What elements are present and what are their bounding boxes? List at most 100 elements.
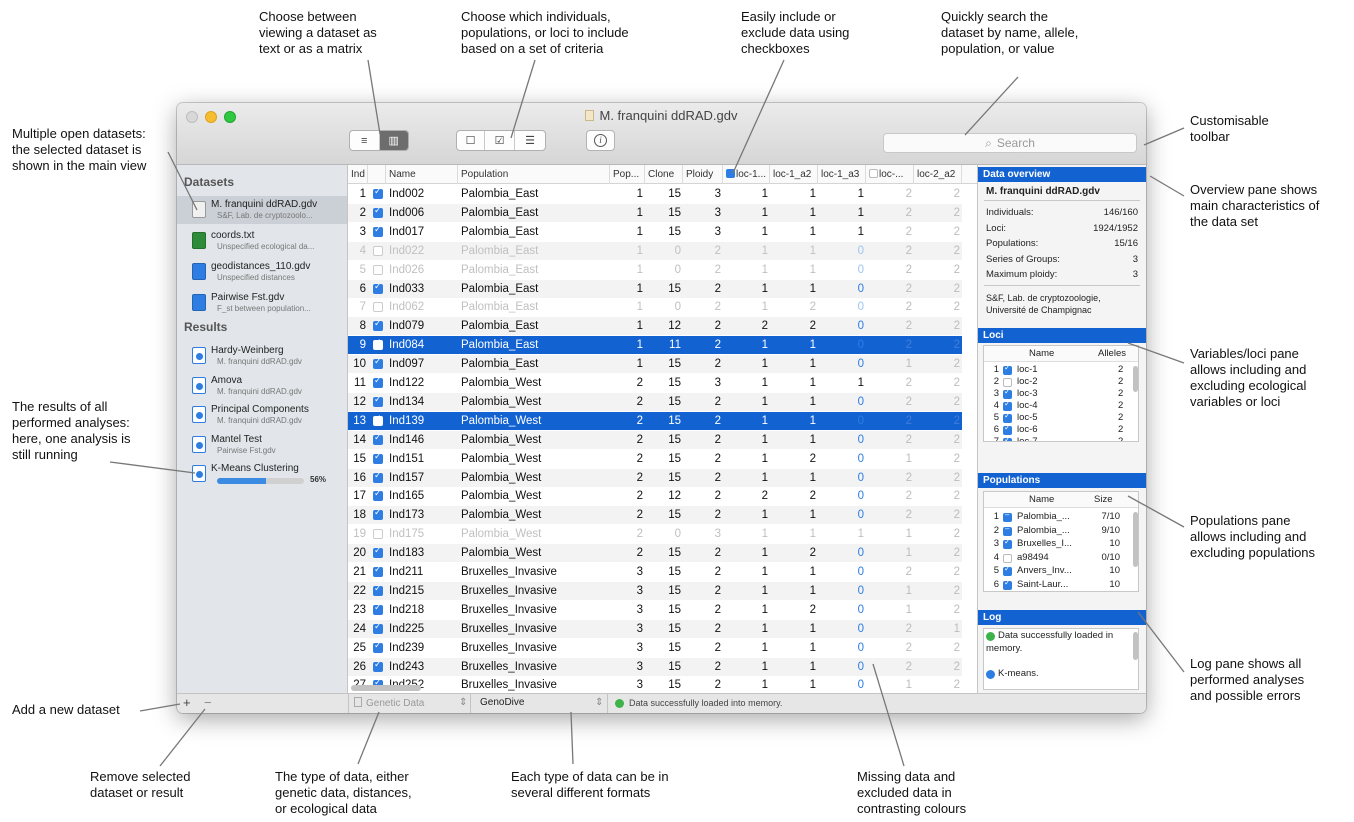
table-row[interactable]: 13 Ind139 Palombia_West 2 15 2 1 1 0 2 2 — [348, 411, 962, 430]
include-checkbox[interactable] — [373, 245, 383, 256]
table-row[interactable]: 4 Ind022 Palombia_East 1 0 2 1 1 0 2 2 — [348, 241, 962, 260]
table-row[interactable]: 25 Ind239 Bruxelles_Invasive 3 15 2 1 1 0 2 2 — [348, 639, 962, 657]
include-checkbox[interactable] — [373, 356, 383, 370]
table-row[interactable]: 15 Ind151 Palombia_West 2 15 2 1 2 0 1 2 — [348, 450, 962, 468]
format-select[interactable]: GenoDive — [480, 697, 524, 708]
include-checkbox[interactable] — [373, 205, 383, 218]
criteria-toolbar[interactable]: ☐ ☑ ☰ — [456, 130, 546, 151]
include-checkbox[interactable] — [373, 583, 383, 596]
table-row[interactable]: 17Ind165Palombia_West212222022 — [348, 487, 962, 505]
locus-checkbox[interactable] — [1003, 423, 1012, 435]
table-row[interactable]: 1 Ind002 Palombia_East 1 15 3 1 1 1 2 2 — [348, 185, 962, 203]
column-header[interactable]: loc-... — [866, 165, 914, 184]
locus-checkbox[interactable] — [1003, 399, 1012, 411]
include-checkbox[interactable] — [373, 470, 383, 483]
table-row[interactable]: 9Ind084Palombia_East111211022 — [348, 336, 962, 355]
sidebar-result-item[interactable]: K-Means Clustering 56% — [177, 460, 347, 488]
column-header[interactable]: Name — [386, 165, 458, 184]
table-row[interactable]: 23 Ind218 Bruxelles_Invasive 3 15 2 1 2 0 1 2 — [348, 601, 962, 619]
log-scrollbar[interactable] — [1133, 632, 1138, 660]
loci-scrollbar[interactable] — [1133, 366, 1138, 392]
criteria-button[interactable]: ☰ — [515, 131, 545, 150]
population-checkbox[interactable] — [1003, 524, 1012, 536]
include-checkbox[interactable] — [373, 318, 383, 332]
column-header[interactable]: Clone — [645, 165, 683, 184]
horizontal-scrollbar[interactable] — [351, 685, 421, 691]
select-none-button[interactable]: ☐ — [457, 131, 485, 150]
include-checkbox[interactable] — [373, 375, 383, 388]
table-row[interactable]: 22 Ind215 Bruxelles_Invasive 3 15 2 1 1 0 1 2 — [348, 581, 962, 600]
population-checkbox[interactable] — [1003, 578, 1012, 590]
data-type-select[interactable]: Genetic Data — [354, 697, 424, 709]
select-all-button[interactable]: ☑ — [485, 131, 515, 150]
sidebar-dataset-item[interactable]: M. franquini ddRAD.gdv S&F, Lab. de crypt… — [177, 196, 347, 224]
include-checkbox[interactable] — [373, 264, 383, 275]
include-checkbox[interactable] — [373, 337, 383, 351]
table-row[interactable]: 6 Ind033 Palombia_East 1 15 2 1 1 0 2 2 — [348, 279, 962, 298]
table-row[interactable]: 20Ind183Palombia_West215212012 — [348, 544, 962, 563]
include-checkbox[interactable] — [373, 432, 383, 445]
table-row[interactable]: 14 Ind146 Palombia_West 2 15 2 1 1 0 2 2 — [348, 430, 962, 449]
include-checkbox[interactable] — [373, 394, 383, 407]
include-checkbox[interactable] — [373, 640, 383, 653]
table-row[interactable]: 16 Ind157 Palombia_West 2 15 2 1 1 0 2 2 — [348, 468, 962, 487]
table-row[interactable]: 21Ind211Bruxelles_Invasive315211022 — [348, 563, 962, 581]
population-checkbox[interactable] — [1003, 553, 1012, 563]
search-input[interactable]: ⌕ Search — [883, 133, 1137, 153]
info-button[interactable]: i — [586, 130, 615, 151]
populations-scrollbar[interactable] — [1133, 512, 1138, 567]
table-row[interactable]: 8 Ind079 Palombia_East 1 12 2 2 2 0 2 2 — [348, 317, 962, 336]
column-header[interactable]: loc-1_a2 — [770, 165, 818, 184]
population-checkbox[interactable] — [1003, 537, 1012, 549]
include-checkbox[interactable] — [373, 507, 383, 521]
table-row[interactable]: 10Ind097Palombia_East115211012 — [348, 355, 962, 374]
table-row[interactable]: 3 Ind017 Palombia_East 1 15 3 1 1 1 2 2 — [348, 223, 962, 241]
table-row[interactable]: 18 Ind173 Palombia_West 2 15 2 1 1 0 2 2 — [348, 506, 962, 525]
table-row[interactable]: 27Ind252Bruxelles_Invasive315211012 — [348, 676, 962, 694]
table-row[interactable]: 24 Ind225 Bruxelles_Invasive 3 15 2 1 1 0 2 1 — [348, 619, 962, 638]
table-row[interactable]: 7 Ind062 Palombia_East 1 0 2 1 2 0 2 2 — [348, 298, 962, 316]
column-header[interactable]: loc-1_a3 — [818, 165, 866, 184]
include-checkbox[interactable] — [373, 545, 383, 559]
population-checkbox[interactable] — [1003, 510, 1012, 522]
sidebar-dataset-item[interactable]: coords.txt Unspecified ecological da... — [177, 227, 347, 255]
column-header[interactable]: loc-2_a2 — [914, 165, 962, 184]
table-row[interactable]: 19 Ind175 Palombia_West 2 0 3 1 1 1 1 2 — [348, 525, 962, 543]
include-checkbox[interactable] — [373, 281, 383, 294]
add-dataset-button[interactable]: + — [183, 695, 191, 710]
table-row[interactable]: 11Ind122Palombia_West215311122 — [348, 374, 962, 392]
checked-box-icon[interactable] — [726, 169, 735, 178]
locus-checkbox[interactable] — [1003, 411, 1012, 423]
table-row[interactable]: 2 Ind006 Palombia_East 1 15 3 1 1 1 2 2 — [348, 203, 962, 222]
column-header[interactable]: Population — [458, 165, 610, 184]
include-checkbox[interactable] — [373, 564, 383, 577]
include-checkbox[interactable] — [373, 224, 383, 237]
population-checkbox[interactable] — [1003, 564, 1012, 576]
matrix-view-button[interactable]: ▥ — [379, 131, 408, 150]
column-header[interactable]: Ind — [348, 165, 368, 184]
sidebar-dataset-item[interactable]: geodistances_110.gdv Unspecified distance… — [177, 258, 347, 286]
locus-checkbox[interactable] — [1003, 435, 1012, 441]
include-checkbox[interactable] — [373, 621, 383, 634]
locus-checkbox[interactable] — [1003, 363, 1012, 375]
column-header[interactable] — [368, 165, 386, 184]
include-checkbox[interactable] — [373, 529, 383, 540]
sidebar-dataset-item[interactable]: Pairwise Fst.gdv F_st between population.… — [177, 289, 347, 317]
sidebar-result-item[interactable]: Hardy-Weinberg M. franquini ddRAD.gdv — [177, 342, 347, 370]
sidebar-result-item[interactable]: Mantel Test Pairwise Fst.gdv — [177, 431, 347, 459]
unchecked-box-icon[interactable] — [869, 169, 878, 178]
table-row[interactable]: 12 Ind134 Palombia_West 2 15 2 1 1 0 2 2 — [348, 392, 962, 411]
locus-checkbox[interactable] — [1003, 378, 1012, 387]
sidebar-result-item[interactable]: Amova M. franquini ddRAD.gdv — [177, 372, 347, 400]
include-checkbox[interactable] — [373, 659, 383, 672]
include-checkbox[interactable] — [373, 302, 383, 313]
remove-item-button[interactable]: − — [204, 695, 212, 710]
sidebar-result-item[interactable]: Principal Components M. franquini ddRAD.g… — [177, 401, 347, 429]
view-mode-toggle[interactable]: ≡ ▥ — [349, 130, 409, 151]
include-checkbox[interactable] — [373, 413, 383, 426]
locus-checkbox[interactable] — [1003, 387, 1012, 399]
column-header[interactable]: loc-1... — [723, 165, 770, 184]
include-checkbox[interactable] — [373, 602, 383, 615]
text-view-button[interactable]: ≡ — [350, 131, 380, 150]
include-checkbox[interactable] — [373, 451, 383, 464]
